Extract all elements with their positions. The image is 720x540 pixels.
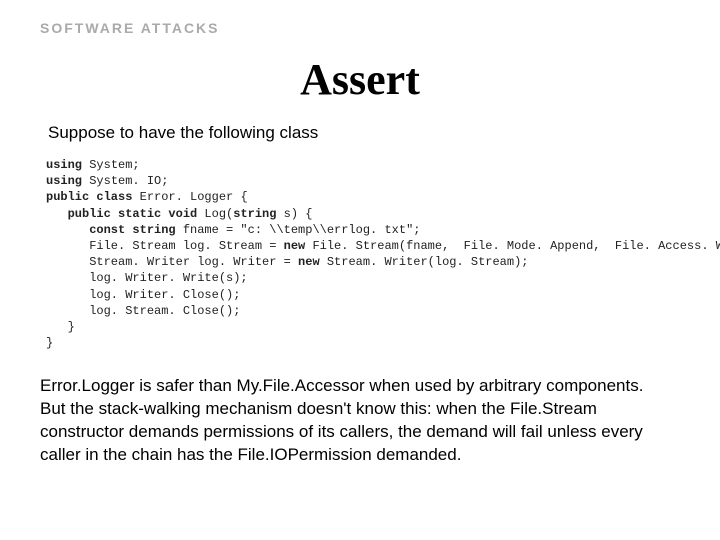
code-block: using System;using System. IO;public cla… [46, 157, 680, 351]
code-keyword: public static void [46, 207, 197, 221]
code-keyword: using [46, 174, 82, 188]
code-keyword: const string [46, 223, 176, 237]
code-line: public class Error. Logger { [46, 189, 680, 205]
code-text: } [46, 336, 53, 350]
code-line: log. Writer. Write(s); [46, 270, 680, 286]
code-line: const string fname = "c: \\temp\\errlog.… [46, 222, 680, 238]
code-text: Stream. Writer log. Writer = [46, 255, 298, 269]
code-line: Stream. Writer log. Writer = new Stream.… [46, 254, 680, 270]
code-text: System; [82, 158, 140, 172]
code-line: } [46, 319, 680, 335]
code-text: fname = "c: \\temp\\errlog. txt"; [176, 223, 421, 237]
code-keyword: new [298, 255, 320, 269]
code-line: log. Writer. Close(); [46, 287, 680, 303]
code-line: } [46, 335, 680, 351]
code-text: } [46, 320, 75, 334]
code-text: log. Stream. Close(); [46, 304, 240, 318]
code-text: Stream. Writer(log. Stream); [320, 255, 529, 269]
outro-line-2: But the stack-walking mechanism doesn't … [40, 399, 643, 464]
code-text: log. Writer. Close(); [46, 288, 240, 302]
code-text: File. Stream log. Stream = [46, 239, 284, 253]
code-keyword: string [233, 207, 276, 221]
code-text: File. Stream(fname, File. Mode. Append, … [305, 239, 720, 253]
code-keyword: new [284, 239, 306, 253]
outro-text: Error.Logger is safer than My.File.Acces… [40, 375, 680, 467]
code-line: using System. IO; [46, 173, 680, 189]
code-text: log. Writer. Write(s); [46, 271, 248, 285]
code-line: log. Stream. Close(); [46, 303, 680, 319]
code-keyword: public class [46, 190, 132, 204]
slide-title: Assert [40, 54, 680, 105]
outro-line-1: Error.Logger is safer than My.File.Acces… [40, 376, 643, 395]
code-text: System. IO; [82, 174, 168, 188]
slide-header: SOFTWARE ATTACKS [40, 20, 680, 36]
code-line: using System; [46, 157, 680, 173]
slide: SOFTWARE ATTACKS Assert Suppose to have … [0, 0, 720, 540]
code-keyword: using [46, 158, 82, 172]
code-line: File. Stream log. Stream = new File. Str… [46, 238, 680, 254]
code-text: Log( [197, 207, 233, 221]
code-text: Error. Logger { [132, 190, 247, 204]
intro-text: Suppose to have the following class [48, 123, 680, 143]
code-line: public static void Log(string s) { [46, 206, 680, 222]
code-text: s) { [276, 207, 312, 221]
